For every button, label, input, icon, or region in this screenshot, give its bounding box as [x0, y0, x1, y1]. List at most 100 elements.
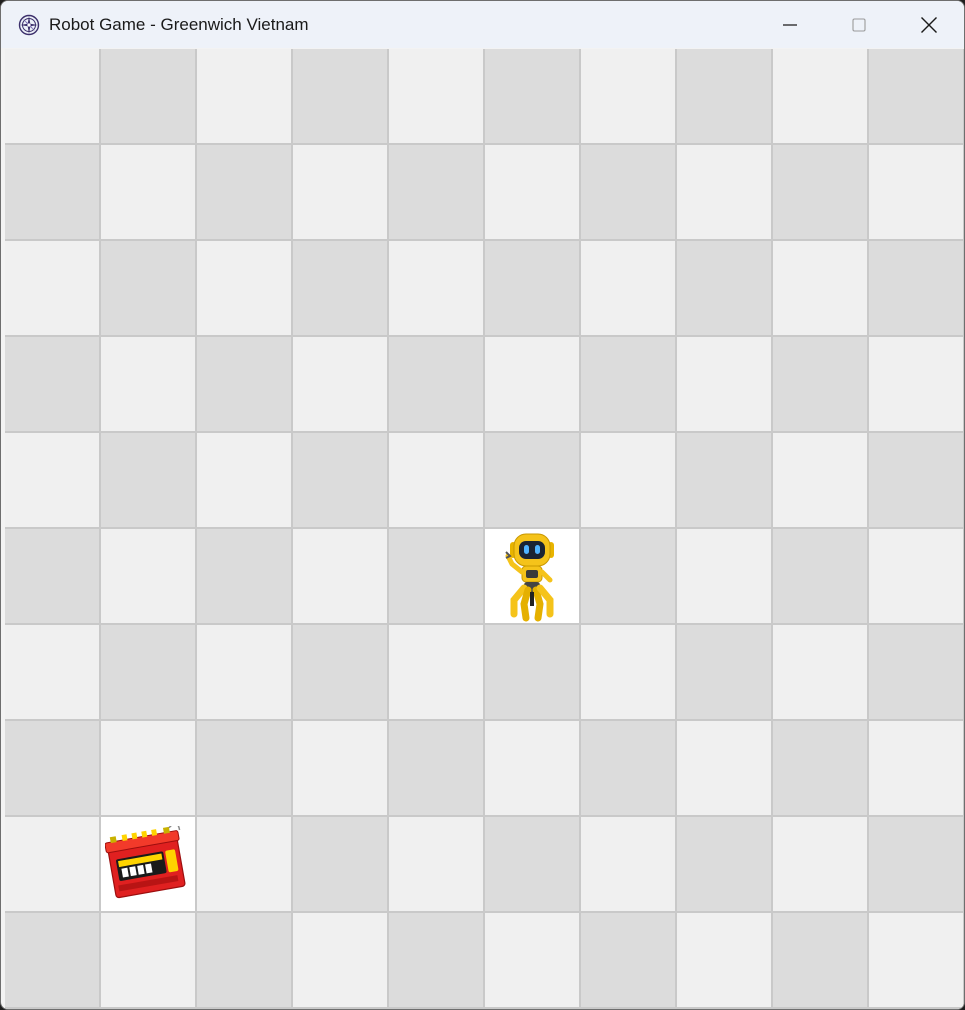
board-cell[interactable] [389, 241, 485, 337]
board-cell[interactable] [677, 913, 773, 1009]
board-cell[interactable] [197, 49, 293, 145]
board-cell[interactable] [101, 145, 197, 241]
title-bar[interactable]: Robot Game - Greenwich Vietnam [1, 1, 964, 48]
maximize-button[interactable] [824, 1, 894, 48]
board-cell[interactable] [677, 49, 773, 145]
board-cell[interactable] [293, 433, 389, 529]
board-cell[interactable] [485, 49, 581, 145]
board-cell[interactable] [197, 817, 293, 913]
board-cell[interactable] [869, 625, 964, 721]
board-cell[interactable] [869, 721, 964, 817]
board-cell[interactable] [293, 625, 389, 721]
board-cell[interactable] [389, 721, 485, 817]
board-cell[interactable] [869, 241, 964, 337]
board-cell[interactable] [293, 529, 389, 625]
board-cell[interactable] [5, 721, 101, 817]
board-cell[interactable] [485, 721, 581, 817]
board-cell[interactable] [293, 49, 389, 145]
board-cell[interactable] [101, 337, 197, 433]
board-cell[interactable] [293, 817, 389, 913]
board-cell[interactable] [101, 625, 197, 721]
board-cell[interactable] [101, 721, 197, 817]
board-cell[interactable] [581, 913, 677, 1009]
board-cell[interactable] [677, 145, 773, 241]
board-cell[interactable] [581, 337, 677, 433]
board-cell[interactable] [773, 529, 869, 625]
board-cell[interactable] [5, 337, 101, 433]
board-cell[interactable] [293, 913, 389, 1009]
board-cell[interactable] [389, 433, 485, 529]
board-cell[interactable] [677, 529, 773, 625]
board-cell[interactable] [677, 337, 773, 433]
board-cell[interactable] [197, 913, 293, 1009]
board-cell[interactable] [101, 913, 197, 1009]
board-cell[interactable] [5, 817, 101, 913]
board-cell[interactable] [101, 241, 197, 337]
board-cell[interactable] [581, 721, 677, 817]
board-cell[interactable] [485, 817, 581, 913]
minimize-button[interactable] [755, 1, 825, 48]
board-cell[interactable] [581, 241, 677, 337]
board-cell-robot[interactable] [485, 529, 581, 625]
board-cell[interactable] [869, 145, 964, 241]
board-cell[interactable] [389, 529, 485, 625]
board-cell[interactable] [485, 433, 581, 529]
board-cell[interactable] [389, 913, 485, 1009]
board-cell[interactable] [773, 721, 869, 817]
board-cell[interactable] [869, 337, 964, 433]
board-cell[interactable] [677, 241, 773, 337]
board-cell[interactable] [677, 721, 773, 817]
board-cell[interactable] [389, 625, 485, 721]
board-cell[interactable] [197, 721, 293, 817]
board-cell[interactable] [773, 337, 869, 433]
board-cell[interactable] [773, 625, 869, 721]
board-cell-battery[interactable] [101, 817, 197, 913]
board-cell[interactable] [485, 913, 581, 1009]
board-cell[interactable] [5, 241, 101, 337]
board-cell[interactable] [197, 529, 293, 625]
board-cell[interactable] [869, 913, 964, 1009]
board-cell[interactable] [5, 625, 101, 721]
board-cell[interactable] [581, 49, 677, 145]
board-cell[interactable] [773, 49, 869, 145]
board-cell[interactable] [101, 49, 197, 145]
board-cell[interactable] [5, 433, 101, 529]
board-cell[interactable] [293, 337, 389, 433]
board-cell[interactable] [389, 145, 485, 241]
board-cell[interactable] [581, 817, 677, 913]
board-cell[interactable] [773, 145, 869, 241]
board-cell[interactable] [869, 433, 964, 529]
board-cell[interactable] [293, 721, 389, 817]
board-cell[interactable] [293, 241, 389, 337]
board-cell[interactable] [485, 145, 581, 241]
board-cell[interactable] [389, 49, 485, 145]
board-cell[interactable] [773, 913, 869, 1009]
board-cell[interactable] [101, 433, 197, 529]
board-cell[interactable] [293, 145, 389, 241]
board-cell[interactable] [197, 625, 293, 721]
close-button[interactable] [894, 1, 964, 48]
board-cell[interactable] [5, 49, 101, 145]
board-cell[interactable] [581, 625, 677, 721]
board-cell[interactable] [5, 145, 101, 241]
board-cell[interactable] [677, 625, 773, 721]
board-cell[interactable] [773, 817, 869, 913]
board-cell[interactable] [773, 433, 869, 529]
board-cell[interactable] [197, 337, 293, 433]
board-cell[interactable] [869, 49, 964, 145]
board-cell[interactable] [677, 433, 773, 529]
board-cell[interactable] [677, 817, 773, 913]
board-cell[interactable] [581, 145, 677, 241]
board-cell[interactable] [197, 433, 293, 529]
board-cell[interactable] [5, 529, 101, 625]
board-cell[interactable] [389, 817, 485, 913]
board-cell[interactable] [485, 241, 581, 337]
board-cell[interactable] [581, 529, 677, 625]
board-cell[interactable] [389, 337, 485, 433]
board-cell[interactable] [197, 241, 293, 337]
board-cell[interactable] [869, 529, 964, 625]
board-cell[interactable] [101, 529, 197, 625]
board-cell[interactable] [197, 145, 293, 241]
board-cell[interactable] [581, 433, 677, 529]
board-cell[interactable] [485, 625, 581, 721]
